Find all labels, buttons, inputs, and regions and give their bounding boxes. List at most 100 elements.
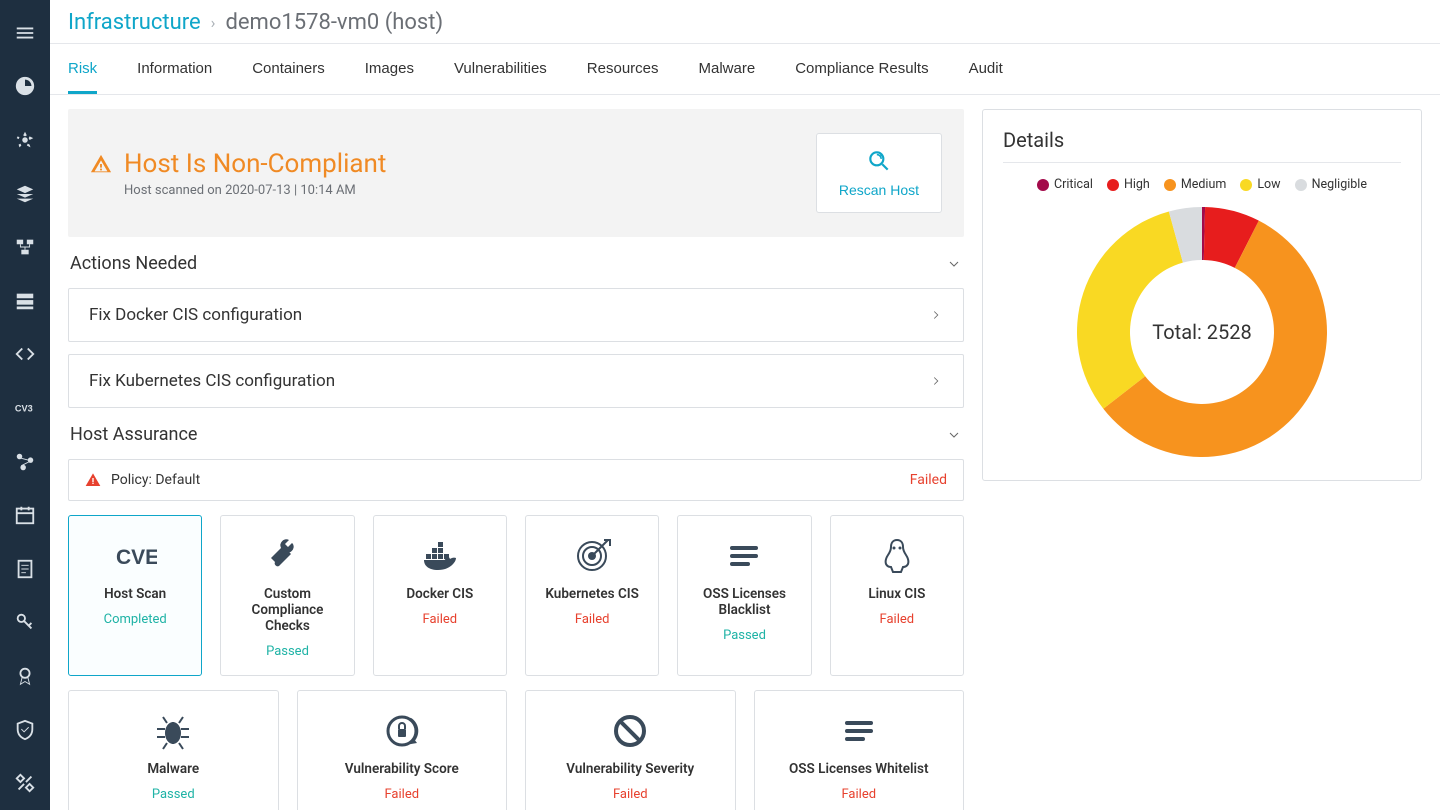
donut-total: Total: 2528	[1072, 202, 1332, 462]
donut-chart: Total: 2528	[1072, 202, 1332, 462]
menu-toggle[interactable]	[0, 6, 50, 60]
nav-calendar[interactable]	[0, 488, 50, 542]
tab-images[interactable]: Images	[365, 44, 414, 94]
chevron-down-icon	[946, 427, 962, 443]
warning-icon	[90, 153, 112, 175]
card-title: Linux CIS	[868, 586, 925, 602]
nav-cve[interactable]: CV3	[0, 381, 50, 435]
bug-icon	[151, 711, 195, 751]
card-status: Failed	[613, 787, 648, 802]
tab-resources[interactable]: Resources	[587, 44, 659, 94]
sidebar: CV3	[0, 0, 50, 810]
breadcrumb-leaf: demo1578-vm0 (host)	[225, 10, 443, 35]
host-assurance-header[interactable]: Host Assurance	[68, 422, 964, 445]
docker-icon	[418, 536, 462, 576]
card-status: Failed	[423, 612, 458, 627]
card-status: Failed	[384, 787, 419, 802]
nav-report[interactable]	[0, 542, 50, 596]
nav-settings[interactable]	[0, 756, 50, 810]
action-item[interactable]: Fix Docker CIS configuration	[68, 288, 964, 342]
policy-label: Policy: Default	[111, 472, 900, 488]
nav-dashboard[interactable]	[0, 60, 50, 114]
card-title: Host Scan	[104, 586, 166, 602]
rescan-icon	[866, 148, 892, 174]
legend-item: Low	[1240, 177, 1280, 192]
card-status: Passed	[723, 628, 766, 643]
nav-graph[interactable]	[0, 435, 50, 489]
card-status: Passed	[266, 644, 309, 659]
banner-title: Host Is Non-Compliant	[124, 149, 386, 179]
tab-malware[interactable]: Malware	[699, 44, 756, 94]
nav-hosts[interactable]	[0, 274, 50, 328]
chevron-right-icon	[929, 308, 943, 322]
assurance-card[interactable]: Docker CIS Failed	[373, 515, 507, 676]
card-status: Failed	[575, 612, 610, 627]
details-title: Details	[1003, 128, 1401, 163]
action-label: Fix Kubernetes CIS configuration	[89, 371, 335, 391]
assurance-card[interactable]: Custom Compliance Checks Passed	[220, 515, 354, 676]
card-title: Kubernetes CIS	[545, 586, 639, 602]
details-panel: Details CriticalHighMediumLowNegligible …	[982, 109, 1422, 481]
card-title: Malware	[147, 761, 199, 777]
card-status: Completed	[104, 612, 167, 627]
action-label: Fix Docker CIS configuration	[89, 305, 302, 325]
assurance-card[interactable]: Vulnerability Score Failed	[297, 690, 508, 810]
policy-row[interactable]: Policy: Default Failed	[68, 459, 964, 501]
section-title: Actions Needed	[70, 253, 197, 274]
nav-network[interactable]	[0, 220, 50, 274]
compliance-banner: Host Is Non-Compliant Host scanned on 20…	[68, 109, 964, 237]
card-status: Failed	[841, 787, 876, 802]
chart-legend: Critical High Medium Low Negligible	[1003, 177, 1401, 192]
tab-compliance-results[interactable]: Compliance Results	[795, 44, 928, 94]
nav-code[interactable]	[0, 328, 50, 382]
card-status: Passed	[152, 787, 195, 802]
tab-audit[interactable]: Audit	[969, 44, 1003, 94]
policy-status: Failed	[910, 472, 947, 488]
card-title: Custom Compliance Checks	[231, 586, 343, 634]
assurance-card[interactable]: Linux CISFailed	[830, 515, 964, 676]
card-title: Vulnerability Score	[345, 761, 459, 777]
svg-text:CV3: CV3	[15, 404, 33, 414]
card-title: OSS Licenses Blacklist	[688, 586, 800, 618]
card-title: OSS Licenses Whitelist	[789, 761, 928, 777]
list-icon	[837, 711, 881, 751]
legend-item: High	[1107, 177, 1150, 192]
tabs: Risk Information Containers Images Vulnerabi…	[50, 44, 1440, 95]
tools-icon	[265, 536, 309, 576]
nav-images[interactable]	[0, 167, 50, 221]
chevron-right-icon	[929, 374, 943, 388]
assurance-card[interactable]: OSS Licenses Blacklist Passed	[677, 515, 811, 676]
tab-vulnerabilities[interactable]: Vulnerabilities	[454, 44, 547, 94]
tab-containers[interactable]: Containers	[252, 44, 325, 94]
assurance-card[interactable]: OSS Licenses Whitelist Failed	[754, 690, 965, 810]
assurance-card[interactable]: Vulnerability SeverityFailed	[525, 690, 736, 810]
assurance-card[interactable]: CVE Host Scan Completed	[68, 515, 202, 676]
action-item[interactable]: Fix Kubernetes CIS configuration	[68, 354, 964, 408]
nav-cert[interactable]	[0, 649, 50, 703]
legend-item: Negligible	[1295, 177, 1367, 192]
block-icon	[608, 711, 652, 751]
banner-subtitle: Host scanned on 2020-07-13 | 10:14 AM	[124, 183, 386, 198]
assurance-card[interactable]: Kubernetes CIS Failed	[525, 515, 659, 676]
breadcrumb: Infrastructure › demo1578-vm0 (host)	[50, 0, 1440, 44]
rescan-host-button[interactable]: Rescan Host	[816, 133, 942, 213]
breadcrumb-root[interactable]: Infrastructure	[68, 10, 201, 35]
nav-shield[interactable]	[0, 703, 50, 757]
tab-information[interactable]: Information	[137, 44, 212, 94]
card-title: Docker CIS	[406, 586, 473, 602]
nav-secrets[interactable]	[0, 596, 50, 650]
actions-needed-header[interactable]: Actions Needed	[68, 251, 964, 274]
svg-text:CVE: CVE	[116, 546, 157, 569]
rescan-label: Rescan Host	[839, 182, 919, 198]
nav-kubernetes[interactable]	[0, 113, 50, 167]
chevron-right-icon: ›	[211, 13, 216, 32]
legend-item: Medium	[1164, 177, 1226, 192]
target-icon	[570, 536, 614, 576]
legend-item: Critical	[1037, 177, 1093, 192]
list-icon	[722, 536, 766, 576]
tab-risk[interactable]: Risk	[68, 44, 97, 94]
score-icon	[380, 711, 424, 751]
chevron-down-icon	[946, 256, 962, 272]
cve-icon: CVE	[113, 536, 157, 576]
assurance-card[interactable]: Malware Passed	[68, 690, 279, 810]
